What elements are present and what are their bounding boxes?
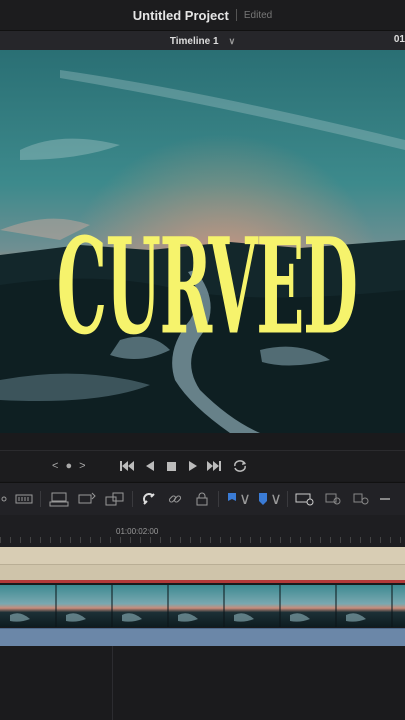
zoom-fit-icon[interactable] — [294, 490, 316, 508]
loop-icon[interactable] — [231, 457, 249, 475]
transport-controls: < ● > — [0, 450, 405, 481]
audio-clip[interactable] — [0, 628, 405, 647]
snapping-icon[interactable] — [140, 490, 158, 508]
title-bar: Untitled Project Edited — [0, 0, 405, 30]
edit-status: Edited — [243, 9, 273, 21]
chevron-down-icon[interactable]: ∨ — [270, 490, 282, 508]
skip-forward-icon[interactable] — [205, 457, 223, 475]
empty-track-area[interactable] — [0, 646, 405, 720]
timeline-selector-bar: Timeline 1 ∨ 01 — [0, 30, 405, 52]
zoom-custom-icon[interactable] — [352, 490, 372, 508]
chevron-down-icon[interactable]: ∨ — [239, 490, 251, 508]
lock-icon[interactable] — [193, 490, 211, 508]
toolbar-divider — [132, 491, 133, 507]
toolbar-divider — [218, 491, 219, 507]
zoom-detail-icon[interactable] — [324, 490, 344, 508]
video-clip[interactable] — [0, 585, 405, 627]
overwrite-icon[interactable] — [48, 490, 70, 508]
play-reverse-icon[interactable] — [141, 457, 159, 475]
jog-control[interactable]: < ● > — [52, 460, 88, 472]
timecode-display: 01 — [393, 34, 405, 45]
ruler-ticks — [0, 537, 405, 543]
project-title[interactable]: Untitled Project — [133, 8, 229, 23]
toolbar-divider — [287, 491, 288, 507]
place-on-top-icon[interactable] — [104, 490, 126, 508]
replace-icon[interactable] — [76, 490, 98, 508]
flag-icon[interactable] — [226, 490, 238, 508]
link-icon[interactable] — [166, 490, 184, 508]
panel-divider — [112, 646, 113, 720]
zoom-out-icon[interactable] — [378, 490, 392, 508]
skip-back-icon[interactable] — [118, 457, 136, 475]
stop-icon[interactable] — [162, 457, 180, 475]
toolbar-divider — [40, 491, 41, 507]
insert-icon[interactable] — [14, 490, 34, 508]
chevron-down-icon[interactable]: ∨ — [229, 36, 236, 47]
timeline-ruler[interactable]: 01:00:02:00 — [0, 515, 405, 547]
timeline-name[interactable]: Timeline 1 — [170, 36, 219, 47]
video-clip-thumbnails — [0, 585, 405, 627]
video-viewer[interactable]: CURVED — [0, 50, 405, 433]
play-icon[interactable] — [184, 457, 202, 475]
title-clip-lower[interactable] — [0, 564, 405, 580]
title-overlay-text: CURVED — [56, 208, 358, 364]
ruler-timecode: 01:00:02:00 — [116, 527, 159, 536]
track-boundary-line — [0, 580, 405, 583]
title-separator — [235, 9, 237, 21]
edit-toolbar: ∨ ∨ — [0, 482, 405, 516]
marker-icon[interactable] — [257, 490, 269, 508]
trim-icon[interactable] — [0, 490, 8, 508]
